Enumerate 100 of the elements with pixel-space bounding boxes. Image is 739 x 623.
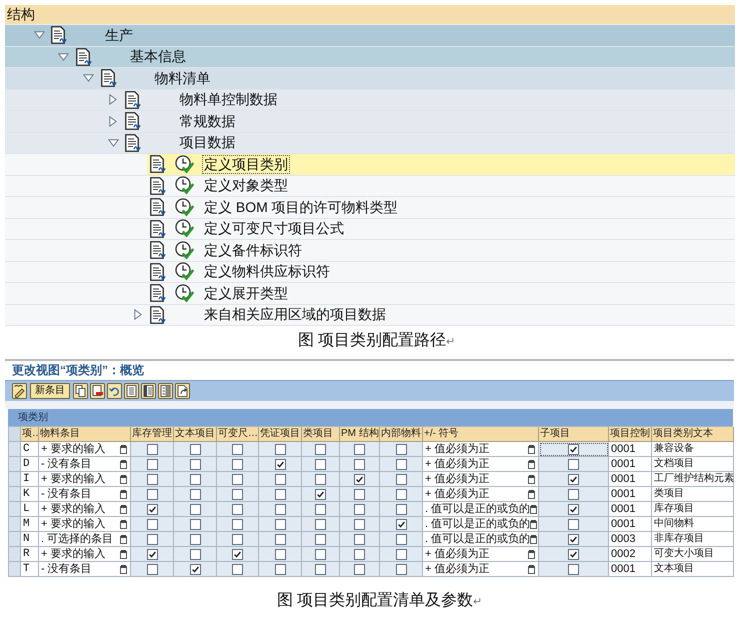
dropdown-field[interactable]: + 值必须为正 [423,442,539,457]
value-help-icon[interactable] [530,504,538,514]
checkbox[interactable] [396,534,406,544]
checkbox[interactable] [146,474,158,484]
checkbox[interactable] [315,548,326,560]
checkbox[interactable] [354,458,365,470]
page-arrow-icon[interactable] [175,383,190,399]
checkbox[interactable] [396,474,406,484]
checkbox[interactable] [146,504,158,514]
dropdown-field[interactable]: + 要求的输入 [39,472,131,487]
checkbox[interactable] [274,504,286,514]
value-help-icon[interactable] [528,444,535,454]
tree-item-label[interactable]: 定义项目类别 [202,154,290,174]
value-help-icon[interactable] [120,504,127,514]
checkbox[interactable] [568,564,579,574]
page-shaded-icon[interactable] [158,383,173,399]
page-lines-icon[interactable] [124,383,139,399]
checkbox[interactable] [396,518,406,530]
checkbox[interactable] [315,474,326,484]
checkbox[interactable] [274,518,286,530]
triangle-right-icon[interactable] [134,309,142,320]
triangle-down-icon[interactable] [34,31,44,40]
dropdown-field[interactable]: + 值必须为正 [423,562,539,577]
checkbox[interactable] [396,564,406,574]
checkbox[interactable] [354,474,365,484]
checkbox[interactable] [396,444,406,454]
value-help-icon[interactable] [120,534,127,544]
dropdown-field[interactable]: - 没有条目 [39,487,131,502]
pencil-icon[interactable] [12,383,27,399]
triangle-down-icon[interactable] [83,74,94,82]
checkbox[interactable] [315,518,326,530]
checkbox[interactable] [396,504,406,514]
checkbox[interactable] [146,548,158,560]
checkbox[interactable] [274,444,286,454]
tree-item-label[interactable]: 项目数据 [177,133,238,152]
tree-item-label[interactable]: 定义 BOM 项目的许可物料类型 [202,198,400,217]
checkbox[interactable] [146,518,158,530]
value-help-icon[interactable] [528,564,535,574]
tree-item-label[interactable]: 定义备件标识符 [202,240,304,260]
checkbox[interactable] [354,548,365,560]
tree-item-label[interactable]: 定义物料供应标识符 [202,262,332,282]
checkbox[interactable] [568,458,579,470]
checkbox[interactable] [232,444,243,454]
delete-icon[interactable] [90,383,105,399]
checkbox[interactable] [274,534,286,544]
checkbox[interactable] [190,518,200,530]
checkbox[interactable] [232,458,243,470]
checkbox[interactable] [315,564,326,574]
checkbox[interactable] [190,444,200,454]
dropdown-field[interactable]: . 值可以是正的或负的 [423,517,539,532]
triangle-right-icon[interactable] [109,94,118,106]
checkbox[interactable] [354,504,365,514]
checkbox[interactable] [354,534,365,544]
tree-item-label[interactable]: 物料清单 [152,68,212,88]
checkbox[interactable] [232,518,243,530]
checkbox[interactable] [568,534,579,544]
value-help-icon[interactable] [120,490,127,498]
new-entry-button[interactable]: 新条目 [30,383,70,399]
checkbox[interactable] [315,458,326,470]
tree-item-label[interactable]: 物料单控制数据 [177,90,280,110]
checkbox[interactable] [568,488,579,500]
value-help-icon[interactable] [528,490,535,498]
checkbox[interactable] [396,488,406,500]
checkbox[interactable] [354,444,365,454]
tree-item-label[interactable]: 来自相关应用区域的项目数据 [202,305,388,324]
checkbox[interactable] [146,444,158,454]
value-help-icon[interactable] [120,444,127,454]
dropdown-field[interactable]: + 值必须为正 [423,487,539,502]
checkbox[interactable] [146,458,158,470]
checkbox[interactable] [232,504,243,514]
checkbox[interactable] [568,504,579,514]
dropdown-field[interactable]: . 值可以是正的或负的 [423,532,539,547]
checkbox[interactable] [190,534,200,544]
dropdown-field[interactable]: + 值必须为正 [423,457,539,472]
triangle-down-icon[interactable] [108,138,119,147]
dropdown-field[interactable]: + 要求的输入 [39,502,131,517]
dropdown-field[interactable]: + 值必须为正 [423,547,539,562]
checkbox[interactable] [190,474,200,484]
triangle-right-icon[interactable] [109,116,118,127]
checkbox[interactable] [232,488,243,500]
dropdown-field[interactable]: + 要求的输入 [39,517,131,532]
checkbox[interactable] [315,488,326,500]
value-help-icon[interactable] [120,550,127,558]
dropdown-field[interactable]: + 要求的输入 [39,547,131,562]
dropdown-field[interactable]: + 要求的输入 [39,442,131,457]
checkbox[interactable] [232,564,243,574]
value-help-icon[interactable] [120,520,127,528]
value-help-icon[interactable] [530,520,538,528]
checkbox[interactable] [354,488,365,500]
value-help-icon[interactable] [528,474,535,484]
checkbox[interactable] [274,474,286,484]
checkbox[interactable] [315,504,326,514]
dropdown-field[interactable]: . 值可以是正的或负的 [423,502,539,517]
dropdown-field[interactable]: - 没有条目 [39,457,131,472]
checkbox[interactable] [315,444,326,454]
checkbox[interactable] [146,488,158,500]
tree-item-label[interactable]: 常规数据 [177,112,238,131]
checkbox[interactable] [190,458,200,470]
checkbox[interactable] [568,444,579,454]
checkbox[interactable] [232,548,243,560]
